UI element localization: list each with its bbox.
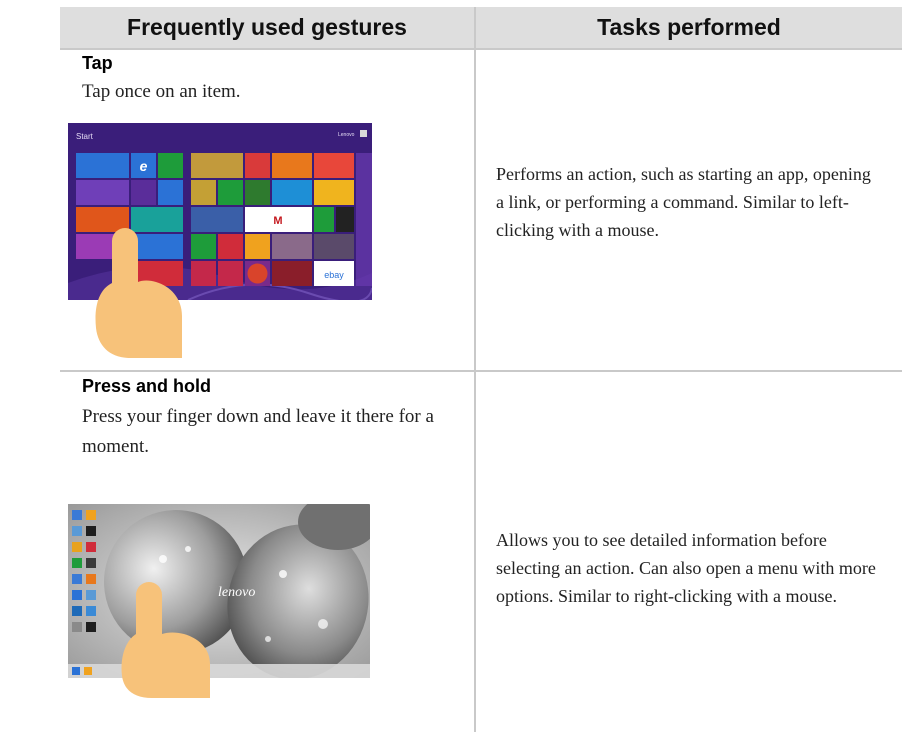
ebay-label: ebay [324, 270, 344, 280]
header-tasks: Tasks performed [597, 14, 781, 40]
skype-tile [272, 180, 312, 205]
evernote-tile [245, 180, 270, 205]
desktop-illustration: lenovo [68, 504, 370, 678]
gesture-title-press-hold: Press and hold [82, 376, 212, 396]
landscape-tile [191, 153, 243, 178]
press-finger-icon [121, 582, 210, 698]
avatar [360, 130, 367, 137]
taskbar [68, 664, 370, 678]
mail-tile [76, 153, 129, 178]
tap-finger-icon [95, 228, 182, 358]
header-rule [60, 48, 902, 50]
start-label: Start [76, 132, 94, 141]
gesture-desc-press-hold: Press your finger down and leave it ther… [82, 406, 434, 457]
user-label: Lenovo [338, 132, 355, 138]
task-desc-tap: Performs an action, such as starting an … [496, 164, 871, 240]
task-desc-press-hold: Allows you to see detailed information b… [496, 530, 876, 606]
gesture-table: Frequently used gestures Tasks performed… [0, 0, 902, 732]
ie-icon: e [140, 158, 148, 174]
lenovo-watermark: lenovo [218, 585, 255, 600]
desktop-image: lenovo [68, 504, 370, 678]
gesture-desc-tap: Tap once on an item. [82, 81, 241, 102]
row-divider [60, 370, 902, 372]
kindle-tile [272, 153, 312, 178]
header-gestures: Frequently used gestures [127, 14, 407, 40]
svg-text:M: M [273, 215, 282, 227]
gesture-title-tap: Tap [82, 53, 113, 73]
store-tile [158, 153, 183, 178]
